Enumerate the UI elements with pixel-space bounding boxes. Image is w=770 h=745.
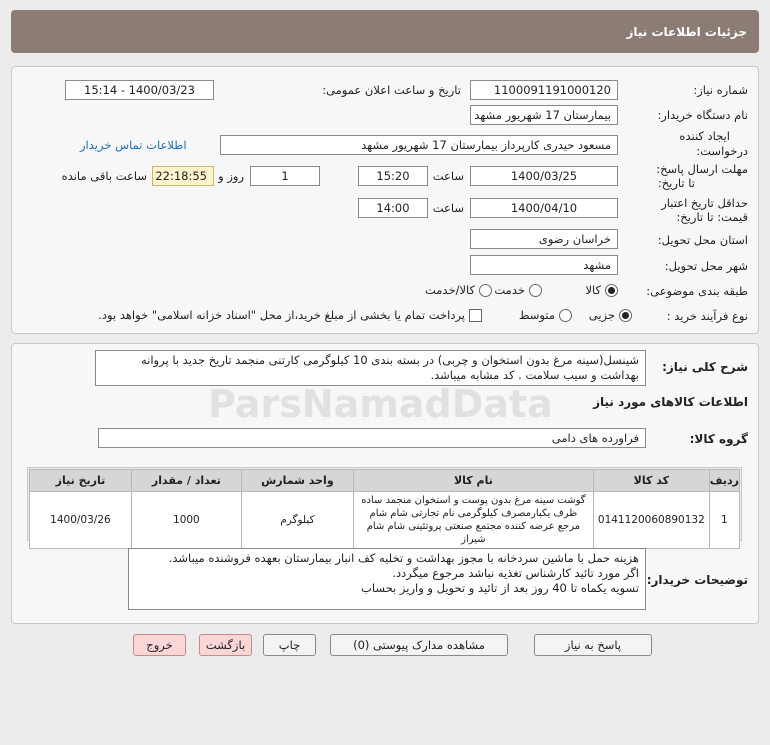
buyer-note-line-1: هزینه حمل با ماشین سردخانه با مجوز بهداش… bbox=[168, 551, 639, 565]
process-medium-radio[interactable] bbox=[559, 308, 572, 322]
buyer-contact-link[interactable]: اطلاعات تماس خریدار bbox=[80, 138, 187, 152]
goods-group-label: گروه کالا: bbox=[689, 432, 748, 446]
province-field: خراسان رضوی bbox=[470, 229, 618, 249]
page-header: جزئیات اطلاعات نیاز bbox=[11, 10, 759, 53]
process-label: نوع فرآیند خرید : bbox=[666, 309, 748, 323]
reply-time-field: 15:20 bbox=[358, 166, 428, 186]
goods-table-container: ردیف کد کالا نام کالا واحد شمارش تعداد /… bbox=[27, 467, 742, 549]
category-service-radio[interactable] bbox=[529, 283, 542, 297]
validity-time-field: 14:00 bbox=[358, 198, 428, 218]
buyer-note-line-3: تسویه یکماه تا 40 روز بعد از تائید و تحو… bbox=[361, 581, 639, 595]
category-option-service[interactable]: خدمت bbox=[494, 283, 542, 297]
need-number-label: شماره نیاز: bbox=[693, 83, 748, 97]
category-option-goods[interactable]: کالا bbox=[585, 283, 618, 297]
buyer-note-line-2: اگر مورد تائید کارشناس تغذیه نباشد مرجوع… bbox=[392, 566, 639, 580]
category-option-goods-service[interactable]: کالا/خدمت bbox=[425, 283, 492, 297]
col-date: تاریخ نیاز bbox=[29, 469, 132, 492]
buyer-org-field: بیمارستان 17 شهریور مشهد bbox=[470, 105, 618, 125]
validity-date-field: 1400/04/10 bbox=[470, 198, 618, 218]
treasury-payment-text: پرداخت تمام یا بخشی از مبلغ خرید،از محل … bbox=[98, 308, 465, 322]
category-goods-service-label: کالا/خدمت bbox=[424, 283, 475, 297]
announce-field: 1400/03/23 - 15:14 bbox=[65, 80, 214, 100]
col-unit: واحد شمارش bbox=[240, 469, 354, 492]
price-validity-label-2: قیمت: تا تاریخ: bbox=[676, 210, 748, 224]
province-label: استان محل تحویل: bbox=[657, 233, 748, 247]
row-qty: 1000 bbox=[130, 491, 242, 549]
days-label: روز و bbox=[218, 169, 244, 183]
page-title: جزئیات اطلاعات نیاز bbox=[626, 24, 747, 39]
col-code: کد کالا bbox=[592, 469, 710, 492]
goods-table: ردیف کد کالا نام کالا واحد شمارش تعداد /… bbox=[29, 469, 741, 549]
description-label: شرح کلی نیاز: bbox=[662, 360, 748, 374]
category-goods-service-radio[interactable] bbox=[479, 283, 492, 297]
process-medium-label: متوسط bbox=[518, 308, 555, 322]
category-goods-radio[interactable] bbox=[605, 283, 618, 297]
buyer-notes-label: توضیحات خریدار: bbox=[646, 573, 748, 587]
goods-table-header: ردیف کد کالا نام کالا واحد شمارش تعداد /… bbox=[29, 469, 741, 492]
category-goods-label: کالا bbox=[585, 283, 601, 297]
announce-label: تاریخ و ساعت اعلان عمومی: bbox=[322, 83, 461, 97]
process-option-minor[interactable]: جزیی bbox=[589, 308, 632, 322]
back-button[interactable]: بازگشت bbox=[199, 634, 252, 656]
city-field: مشهد bbox=[470, 255, 618, 275]
reply-deadline-label-2: تا تاریخ: bbox=[657, 176, 695, 190]
buyer-org-label: نام دستگاه خریدار: bbox=[657, 108, 748, 122]
goods-section-title: اطلاعات کالاهای مورد نیاز bbox=[593, 395, 748, 409]
col-name: نام کالا bbox=[352, 469, 594, 492]
attachments-button[interactable]: مشاهده مدارک پیوستی (0) bbox=[330, 634, 508, 656]
treasury-payment-checkbox[interactable] bbox=[469, 308, 482, 322]
buyer-notes-box: هزینه حمل با ماشین سردخانه با مجوز بهداش… bbox=[128, 548, 646, 610]
exit-button[interactable]: خروج bbox=[133, 634, 186, 656]
goods-group-field: فراورده های دامی bbox=[98, 428, 646, 448]
description-text: شینسل(سینه مرغ بدون استخوان و چربی) در ب… bbox=[95, 350, 646, 386]
requester-label-2: درخواست: bbox=[696, 144, 748, 158]
row-name: گوشت سینه مرغ بدون پوست و استخوان منجمد … bbox=[352, 491, 594, 549]
row-code: 0141120060890132 bbox=[592, 491, 710, 549]
category-label: طبقه بندی موضوعی: bbox=[646, 284, 748, 298]
col-qty: تعداد / مقدار bbox=[130, 469, 242, 492]
reply-time-label: ساعت bbox=[432, 169, 464, 183]
process-minor-radio[interactable] bbox=[619, 308, 632, 322]
requester-label-1: ایجاد کننده bbox=[679, 129, 730, 143]
reply-date-field: 1400/03/25 bbox=[470, 166, 618, 186]
row-unit: کیلوگرم bbox=[240, 491, 354, 549]
reply-button[interactable]: پاسخ به نیاز bbox=[534, 634, 652, 656]
process-option-medium[interactable]: متوسط bbox=[519, 308, 572, 322]
price-validity-label-1: حداقل تاریخ اعتبار bbox=[661, 196, 748, 210]
need-number-field: 1100091191000120 bbox=[470, 80, 618, 100]
city-label: شهر محل تحویل: bbox=[664, 259, 748, 273]
col-row: ردیف bbox=[708, 469, 741, 492]
reply-deadline-label-1: مهلت ارسال پاسخ: bbox=[656, 162, 748, 176]
days-remaining-field: 1 bbox=[250, 166, 320, 186]
validity-time-label: ساعت bbox=[432, 201, 464, 215]
treasury-payment-option[interactable]: پرداخت تمام یا بخشی از مبلغ خرید،از محل … bbox=[98, 308, 482, 322]
remaining-time-field: 22:18:55 bbox=[152, 166, 214, 186]
category-service-label: خدمت bbox=[494, 283, 525, 297]
process-minor-label: جزیی bbox=[588, 308, 615, 322]
table-row: 1 0141120060890132 گوشت سینه مرغ بدون پو… bbox=[29, 491, 741, 549]
requester-field: مسعود حیدری کارپرداز بیمارستان 17 شهریور… bbox=[220, 135, 618, 155]
row-number: 1 bbox=[708, 491, 741, 549]
remaining-label: ساعت باقی مانده bbox=[61, 169, 147, 183]
row-date: 1400/03/26 bbox=[29, 491, 132, 549]
print-button[interactable]: چاپ bbox=[263, 634, 316, 656]
